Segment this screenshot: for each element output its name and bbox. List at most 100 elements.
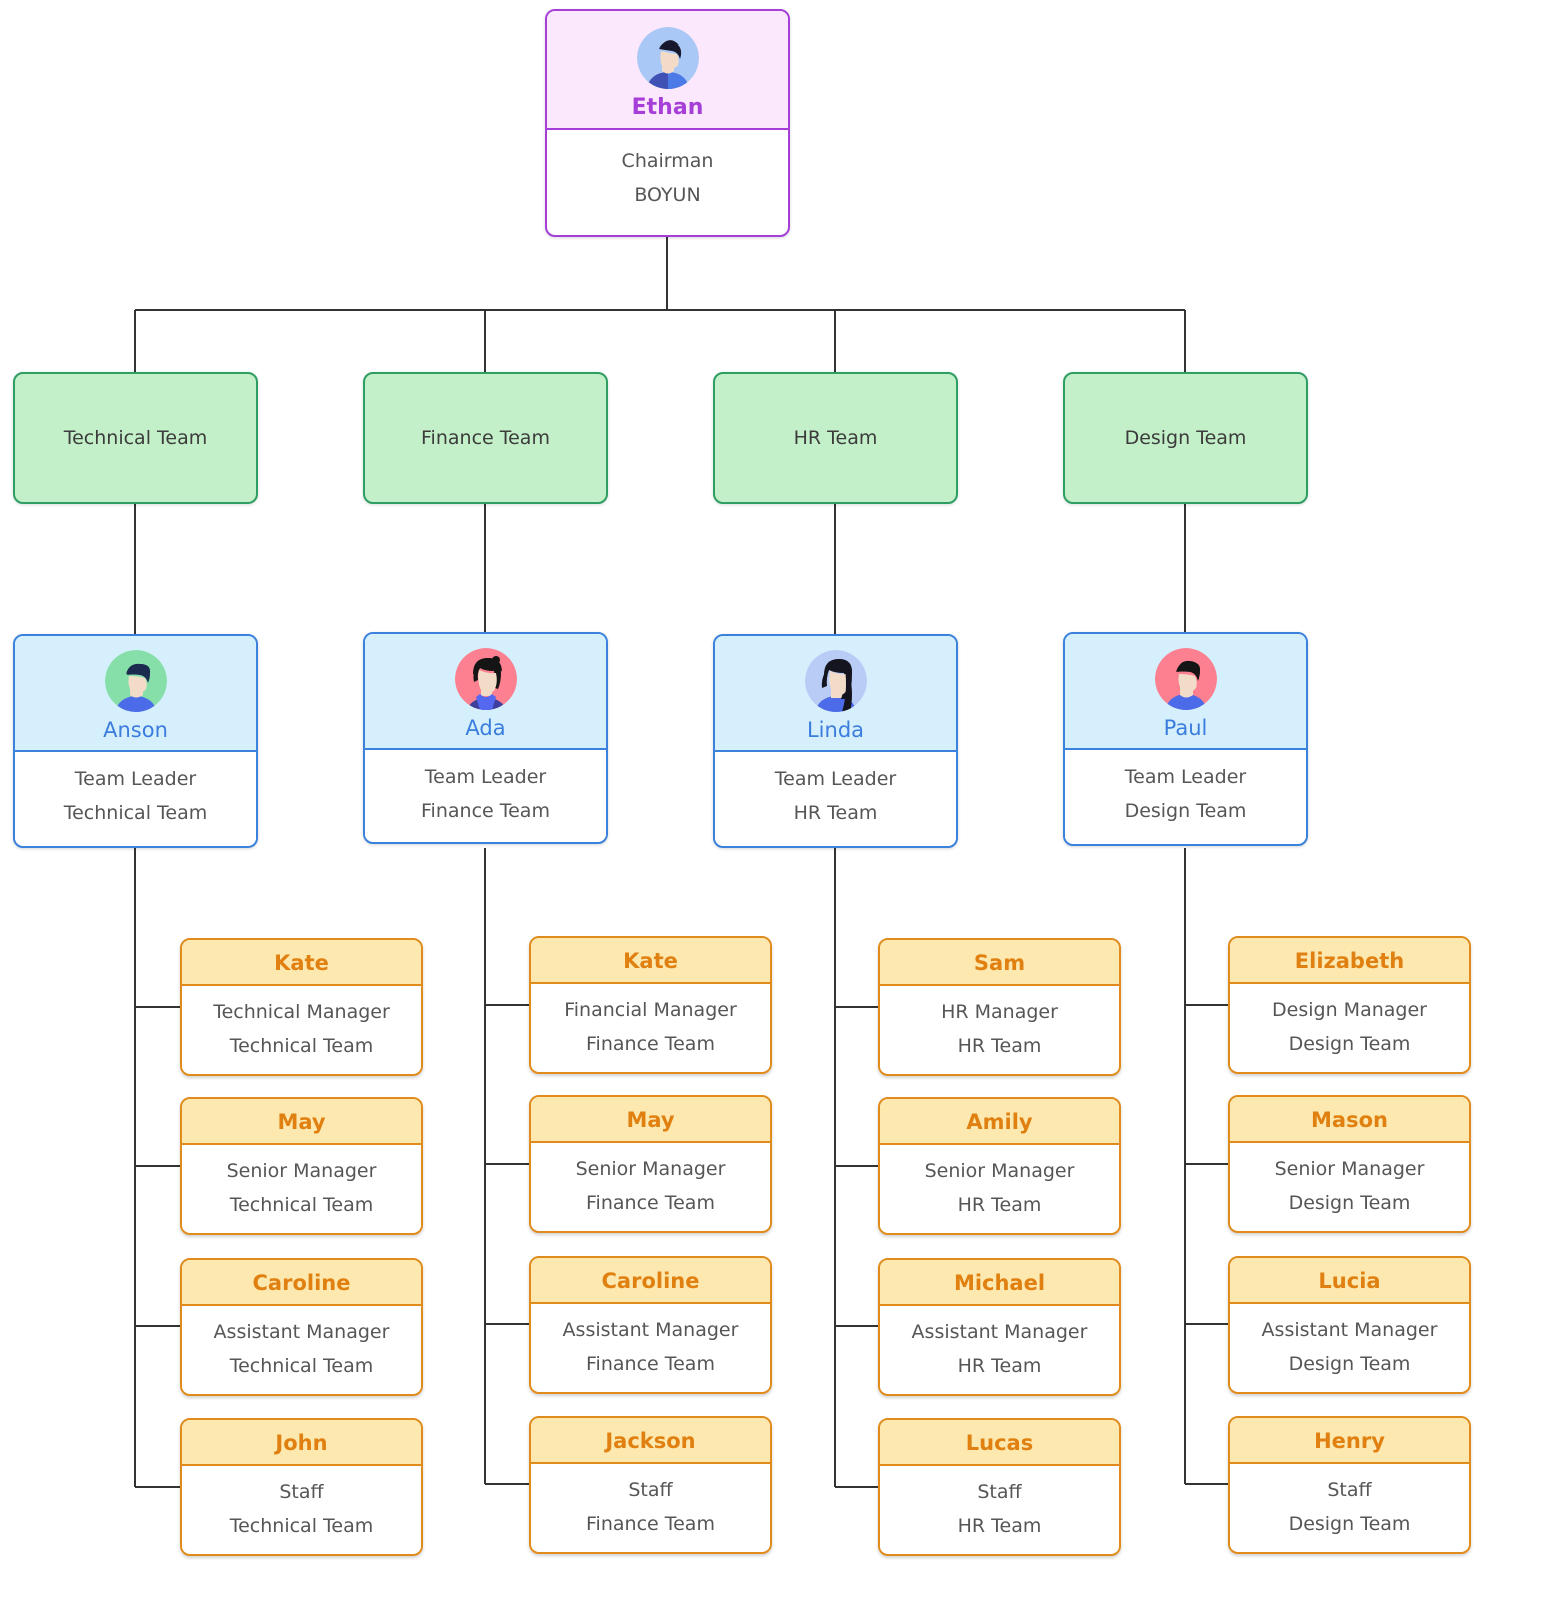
- member-body: Senior Manager Technical Team: [182, 1145, 421, 1231]
- member-body: Staff HR Team: [880, 1466, 1119, 1552]
- node-leader-design[interactable]: Paul Team Leader Design Team: [1063, 632, 1308, 846]
- leader-header: Linda: [715, 636, 956, 752]
- member-title: Senior Manager: [226, 1159, 377, 1182]
- member-header: Elizabeth: [1230, 938, 1469, 984]
- node-member[interactable]: Lucia Assistant Manager Design Team: [1228, 1256, 1471, 1394]
- member-title: Senior Manager: [924, 1159, 1075, 1182]
- member-org: Technical Team: [229, 1514, 374, 1537]
- node-member[interactable]: Henry Staff Design Team: [1228, 1416, 1471, 1554]
- node-leader-technical[interactable]: Anson Team Leader Technical Team: [13, 634, 258, 848]
- chairman-name: Ethan: [631, 95, 704, 120]
- member-title: Senior Manager: [1274, 1157, 1425, 1180]
- member-header: May: [182, 1099, 421, 1145]
- member-name: Caroline: [601, 1269, 700, 1293]
- node-member[interactable]: May Senior Manager Technical Team: [180, 1097, 423, 1235]
- member-header: Kate: [531, 938, 770, 984]
- node-member[interactable]: Elizabeth Design Manager Design Team: [1228, 936, 1471, 1074]
- leader-body: Team Leader HR Team: [715, 752, 956, 840]
- member-org: HR Team: [957, 1354, 1042, 1377]
- member-org: Finance Team: [586, 1191, 715, 1214]
- member-body: Design Manager Design Team: [1230, 984, 1469, 1070]
- member-org: Design Team: [1288, 1191, 1411, 1214]
- member-body: Assistant Manager Design Team: [1230, 1304, 1469, 1390]
- member-name: May: [277, 1110, 326, 1134]
- member-title: Financial Manager: [564, 998, 737, 1021]
- node-member[interactable]: Kate Financial Manager Finance Team: [529, 936, 772, 1074]
- node-member[interactable]: Michael Assistant Manager HR Team: [878, 1258, 1121, 1396]
- node-leader-hr[interactable]: Linda Team Leader HR Team: [713, 634, 958, 848]
- member-header: Kate: [182, 940, 421, 986]
- member-body: Assistant Manager HR Team: [880, 1306, 1119, 1392]
- member-org: Finance Team: [586, 1512, 715, 1535]
- avatar-male-blue-icon: [636, 27, 699, 89]
- team-label: Finance Team: [421, 427, 550, 449]
- leader-org: HR Team: [793, 801, 878, 824]
- leader-title: Team Leader: [1124, 765, 1247, 788]
- node-member[interactable]: Lucas Staff HR Team: [878, 1418, 1121, 1556]
- team-label: HR Team: [793, 427, 878, 449]
- avatar-male-pink-icon: [1154, 648, 1217, 710]
- leader-title: Team Leader: [74, 767, 197, 790]
- member-title: Assistant Manager: [562, 1318, 739, 1341]
- member-org: Technical Team: [229, 1034, 374, 1057]
- chairman-org: BOYUN: [634, 183, 701, 206]
- node-member[interactable]: Caroline Assistant Manager Finance Team: [529, 1256, 772, 1394]
- member-title: Staff: [977, 1480, 1022, 1503]
- node-member[interactable]: John Staff Technical Team: [180, 1418, 423, 1556]
- member-body: HR Manager HR Team: [880, 986, 1119, 1072]
- member-body: Staff Finance Team: [531, 1464, 770, 1550]
- node-member[interactable]: Jackson Staff Finance Team: [529, 1416, 772, 1554]
- leader-org: Technical Team: [63, 801, 208, 824]
- member-name: Amily: [966, 1110, 1033, 1134]
- member-org: Finance Team: [586, 1352, 715, 1375]
- member-org: Finance Team: [586, 1032, 715, 1055]
- team-label: Technical Team: [63, 427, 208, 449]
- member-org: Design Team: [1288, 1032, 1411, 1055]
- member-body: Technical Manager Technical Team: [182, 986, 421, 1072]
- node-member[interactable]: Sam HR Manager HR Team: [878, 938, 1121, 1076]
- member-body: Senior Manager HR Team: [880, 1145, 1119, 1231]
- avatar-female-lavender-icon: [804, 650, 867, 712]
- member-org: Design Team: [1288, 1352, 1411, 1375]
- member-header: Lucas: [880, 1420, 1119, 1466]
- leader-name: Anson: [103, 718, 168, 742]
- member-name: Mason: [1311, 1108, 1388, 1132]
- leader-body: Team Leader Design Team: [1065, 750, 1306, 838]
- node-member[interactable]: Mason Senior Manager Design Team: [1228, 1095, 1471, 1233]
- member-header: Caroline: [531, 1258, 770, 1304]
- leader-header: Anson: [15, 636, 256, 752]
- node-team-finance[interactable]: Finance Team: [363, 372, 608, 504]
- leader-title: Team Leader: [774, 767, 897, 790]
- member-org: Technical Team: [229, 1354, 374, 1377]
- node-chairman[interactable]: Ethan Chairman BOYUN: [545, 9, 790, 237]
- leader-name: Linda: [806, 718, 865, 742]
- member-header: Michael: [880, 1260, 1119, 1306]
- member-body: Staff Design Team: [1230, 1464, 1469, 1550]
- org-chart-canvas: Ethan Chairman BOYUN Technical Team Fina…: [0, 0, 1546, 1613]
- member-name: Lucia: [1318, 1269, 1381, 1293]
- node-member[interactable]: Kate Technical Manager Technical Team: [180, 938, 423, 1076]
- node-member[interactable]: Amily Senior Manager HR Team: [878, 1097, 1121, 1235]
- member-header: Caroline: [182, 1260, 421, 1306]
- chairman-title: Chairman: [621, 149, 714, 172]
- member-org: Design Team: [1288, 1512, 1411, 1535]
- member-title: HR Manager: [941, 1000, 1058, 1023]
- node-team-technical[interactable]: Technical Team: [13, 372, 258, 504]
- member-body: Staff Technical Team: [182, 1466, 421, 1552]
- member-title: Senior Manager: [575, 1157, 726, 1180]
- member-name: Lucas: [965, 1431, 1034, 1455]
- member-body: Senior Manager Finance Team: [531, 1143, 770, 1229]
- node-team-hr[interactable]: HR Team: [713, 372, 958, 504]
- node-leader-finance[interactable]: Ada Team Leader Finance Team: [363, 632, 608, 844]
- member-body: Assistant Manager Technical Team: [182, 1306, 421, 1392]
- member-header: Amily: [880, 1099, 1119, 1145]
- leader-header: Paul: [1065, 634, 1306, 750]
- node-member[interactable]: Caroline Assistant Manager Technical Tea…: [180, 1258, 423, 1396]
- member-title: Technical Manager: [213, 1000, 390, 1023]
- node-team-design[interactable]: Design Team: [1063, 372, 1308, 504]
- member-title: Assistant Manager: [213, 1320, 390, 1343]
- node-member[interactable]: May Senior Manager Finance Team: [529, 1095, 772, 1233]
- member-body: Assistant Manager Finance Team: [531, 1304, 770, 1390]
- member-title: Staff: [628, 1478, 673, 1501]
- member-body: Financial Manager Finance Team: [531, 984, 770, 1070]
